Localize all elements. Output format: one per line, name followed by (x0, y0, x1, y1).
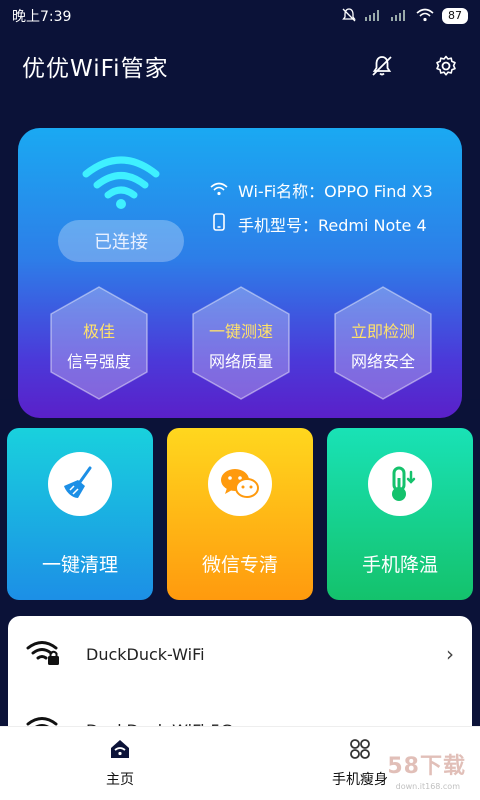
security-check-button[interactable]: 立即检测 网络安全 (324, 284, 442, 402)
grid-apps-icon (348, 739, 372, 765)
battery-indicator: 87 (442, 8, 468, 24)
signal-icon-2 (390, 9, 408, 24)
notification-off-icon[interactable] (370, 54, 394, 78)
status-bar: 晚上7:39 87 (0, 0, 480, 32)
security-check-action: 立即检测 (350, 322, 415, 341)
signal-strength-label: 信号强度 (66, 352, 131, 371)
chevron-right-icon: › (446, 642, 454, 666)
wifi-connected-icon (82, 156, 160, 209)
wifi-small-icon (210, 181, 228, 200)
status-time: 晚上7:39 (12, 9, 72, 25)
cool-down-tile[interactable]: 手机降温 (327, 428, 473, 600)
broom-icon (48, 452, 112, 516)
wechat-icon (208, 452, 272, 516)
phone-small-icon (210, 213, 228, 235)
mute-icon (342, 7, 356, 25)
wifi-lock-icon (26, 639, 66, 669)
settings-gear-icon[interactable] (434, 54, 458, 78)
wifi-list-item[interactable]: DuckDuck-WiFi › (8, 616, 472, 692)
speed-test-label: 网络质量 (208, 352, 273, 371)
signal-strength-button[interactable]: 极佳 信号强度 (40, 284, 158, 402)
nav-home[interactable]: 主页 (80, 737, 160, 789)
signal-icon-1 (364, 9, 382, 24)
watermark-logo: 58下载 (387, 754, 466, 779)
nav-home-label: 主页 (106, 772, 134, 788)
phone-model-info: 手机型号：Redmi Note 4 (210, 212, 427, 236)
status-icons: 87 (342, 7, 468, 25)
signal-strength-value: 极佳 (82, 322, 115, 341)
page-title: 优优WiFi管家 (22, 56, 169, 82)
wifi-status-icon (416, 8, 434, 25)
wechat-clean-tile[interactable]: 微信专清 (167, 428, 313, 600)
phone-model-text: 手机型号：Redmi Note 4 (238, 216, 427, 235)
watermark-url: down.it168.com (395, 782, 460, 791)
wifi-name-text: Wi-Fi名称：OPPO Find X3 (238, 182, 433, 201)
home-icon (108, 740, 132, 765)
security-check-label: 网络安全 (350, 352, 415, 371)
connected-label: 已连接 (94, 232, 148, 253)
cool-down-tile-label: 手机降温 (361, 554, 438, 576)
wifi-name-info: Wi-Fi名称：OPPO Find X3 (210, 178, 433, 202)
speed-test-action: 一键测速 (208, 322, 273, 341)
connection-card: 已连接 Wi-Fi名称：OPPO Find X3 手机型号：Redmi Note… (18, 128, 462, 418)
speed-test-button[interactable]: 一键测速 网络质量 (182, 284, 300, 402)
thermometer-icon (368, 452, 432, 516)
app-header: 优优WiFi管家 (0, 40, 480, 92)
clean-tile-label: 一键清理 (41, 554, 118, 576)
wifi-network-name: DuckDuck-WiFi (86, 644, 205, 664)
connected-status-pill: 已连接 (58, 220, 184, 262)
wechat-clean-tile-label: 微信专清 (201, 554, 278, 576)
clean-tile[interactable]: 一键清理 (7, 428, 153, 600)
